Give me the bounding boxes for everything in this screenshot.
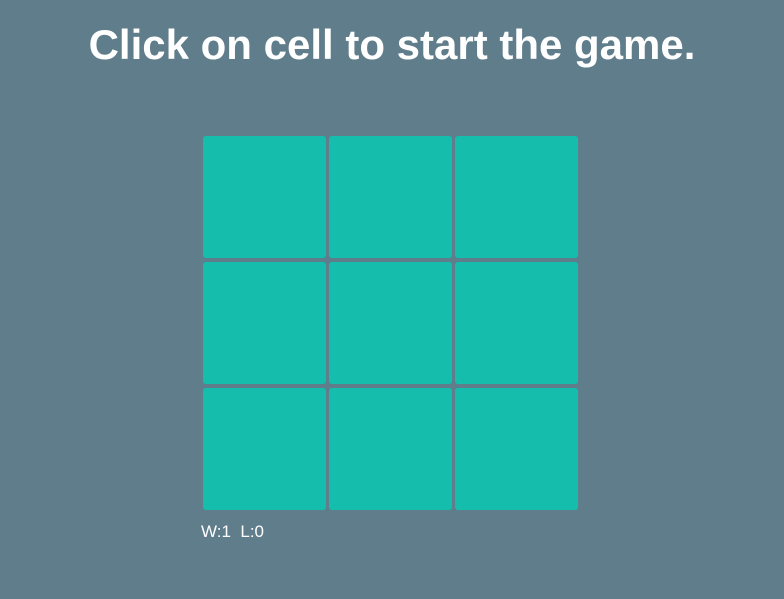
board-cell-5[interactable]: [329, 262, 452, 384]
board-cell-7[interactable]: [203, 388, 326, 510]
board-cell-3[interactable]: [455, 136, 578, 258]
tic-tac-toe-board: [203, 136, 579, 510]
board-cell-2[interactable]: [329, 136, 452, 258]
score-display: W:1 L:0: [201, 522, 264, 542]
losses-count: L:0: [240, 522, 265, 541]
board-cell-4[interactable]: [203, 262, 326, 384]
board-cell-1[interactable]: [203, 136, 326, 258]
game-status-message: Click on cell to start the game.: [88, 21, 696, 68]
board-cell-9[interactable]: [455, 388, 578, 510]
board-cell-6[interactable]: [455, 262, 578, 384]
wins-count: W:1: [201, 522, 231, 541]
board-cell-8[interactable]: [329, 388, 452, 510]
